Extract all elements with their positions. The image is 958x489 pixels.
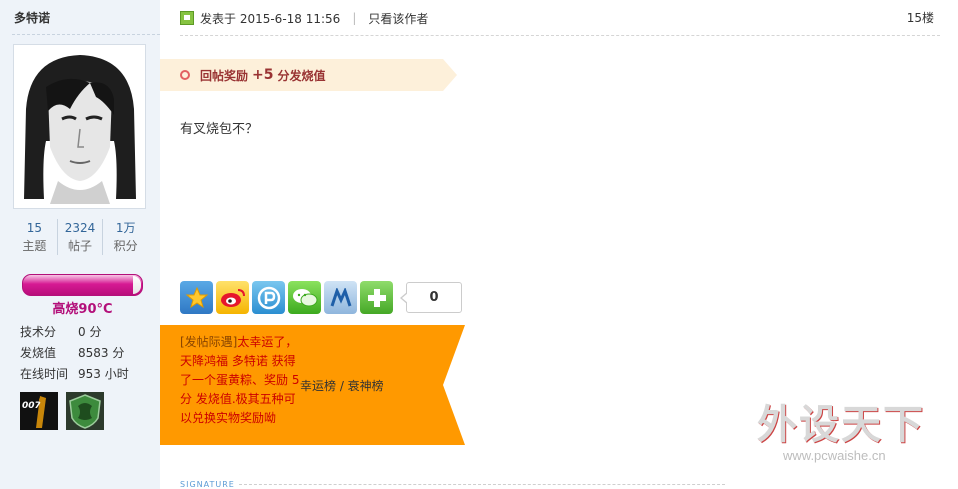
stat-value: 15 — [26, 221, 42, 235]
stat-label: 帖子 — [68, 239, 93, 253]
qzone-icon[interactable] — [180, 281, 213, 314]
author-stats: 15 主题 2324 帖子 1万 积分 — [12, 219, 148, 255]
stat-posts[interactable]: 2324 帖子 — [56, 219, 103, 255]
signature-dash — [238, 484, 725, 485]
info-key: 技术分 — [20, 325, 57, 339]
luck-rank-links[interactable]: 幸运榜 / 衰神榜 — [300, 377, 384, 394]
online-status-icon — [180, 11, 194, 25]
header-divider — [180, 35, 940, 36]
separator: | — [352, 11, 357, 25]
heat-progress-bar — [22, 274, 143, 296]
heat-progress-remaining — [132, 276, 141, 294]
signature-label: SIGNATURE — [180, 480, 235, 489]
forum-post: 多特诺 15 主题 2324 帖子 1万 积分 高烧90°C 技术分 0 分 发… — [0, 0, 958, 489]
stat-credits[interactable]: 1万 积分 — [102, 219, 148, 255]
medal-list: 007 — [20, 392, 104, 430]
info-value: 0 分 — [78, 325, 102, 339]
stat-value: 1万 — [115, 221, 136, 235]
author-name[interactable]: 多特诺 — [14, 9, 50, 26]
wechat-icon[interactable] — [288, 281, 321, 314]
author-sidebar: 多特诺 15 主题 2324 帖子 1万 积分 高烧90°C 技术分 0 分 发… — [0, 0, 160, 489]
post-message: 有叉烧包不？ — [180, 122, 259, 137]
green-shield-medal-icon[interactable] — [66, 392, 104, 430]
pengyou-icon[interactable] — [252, 281, 285, 314]
stat-threads[interactable]: 15 主题 — [12, 219, 57, 255]
reward-amount: +5 — [252, 67, 274, 83]
heat-level-label: 高烧90°C — [52, 302, 113, 317]
post-header: 发表于 2015-6-18 11:56 | 只看该作者 15楼 — [180, 9, 940, 27]
only-author-link[interactable]: 只看该作者 — [368, 10, 428, 27]
author-info: 技术分 0 分 发烧值 8583 分 在线时间 953 小时 — [20, 322, 155, 385]
stat-label: 积分 — [113, 239, 138, 253]
reward-ring-icon — [180, 70, 190, 80]
weibo-icon[interactable] — [216, 281, 249, 314]
divider — [12, 34, 160, 35]
svg-text:007: 007 — [22, 401, 42, 411]
share-bar: 0 — [180, 281, 462, 314]
info-value: 953 小时 — [78, 367, 129, 381]
info-row: 在线时间 953 小时 — [20, 364, 155, 385]
info-row: 技术分 0 分 — [20, 322, 155, 343]
reward-label: 回帖奖励 — [200, 68, 249, 83]
avatar-image — [18, 49, 141, 204]
luck-text: [发帖际遇]太幸运了，天降鸿福 多特诺 获得了一个蛋黄粽、奖励 5 分 发烧值.… — [180, 333, 302, 428]
stat-label: 主题 — [22, 239, 47, 253]
info-key: 在线时间 — [20, 367, 69, 381]
watermark-url: www.pcwaishe.cn — [783, 448, 886, 463]
more-share-icon[interactable] — [360, 281, 393, 314]
007-medal-icon[interactable]: 007 — [20, 392, 58, 430]
floor-number[interactable]: 15楼 — [907, 9, 934, 26]
reward-unit: 分发烧值 — [277, 68, 326, 83]
share-count: 0 — [400, 282, 462, 313]
watermark-title: 外设天下 — [757, 402, 925, 448]
avatar[interactable] — [13, 44, 146, 209]
reply-reward-banner: 回帖奖励 +5 分发烧值 — [160, 59, 457, 91]
signature-divider: SIGNATURE — [180, 480, 725, 489]
info-value: 8583 分 — [78, 346, 125, 360]
watermark: 外设天下 www.pcwaishe.cn — [757, 392, 947, 472]
info-row: 发烧值 8583 分 — [20, 343, 155, 364]
stat-value: 2324 — [64, 221, 96, 235]
luck-tag: [发帖际遇] — [180, 335, 238, 349]
post-time: 发表于 2015-6-18 11:56 — [200, 11, 341, 26]
renren-icon[interactable] — [324, 281, 357, 314]
info-key: 发烧值 — [20, 346, 57, 360]
reward-text: 回帖奖励 +5 分发烧值 — [180, 59, 326, 91]
luck-event-box: [发帖际遇]太幸运了，天降鸿福 多特诺 获得了一个蛋黄粽、奖励 5 分 发烧值.… — [160, 325, 465, 445]
